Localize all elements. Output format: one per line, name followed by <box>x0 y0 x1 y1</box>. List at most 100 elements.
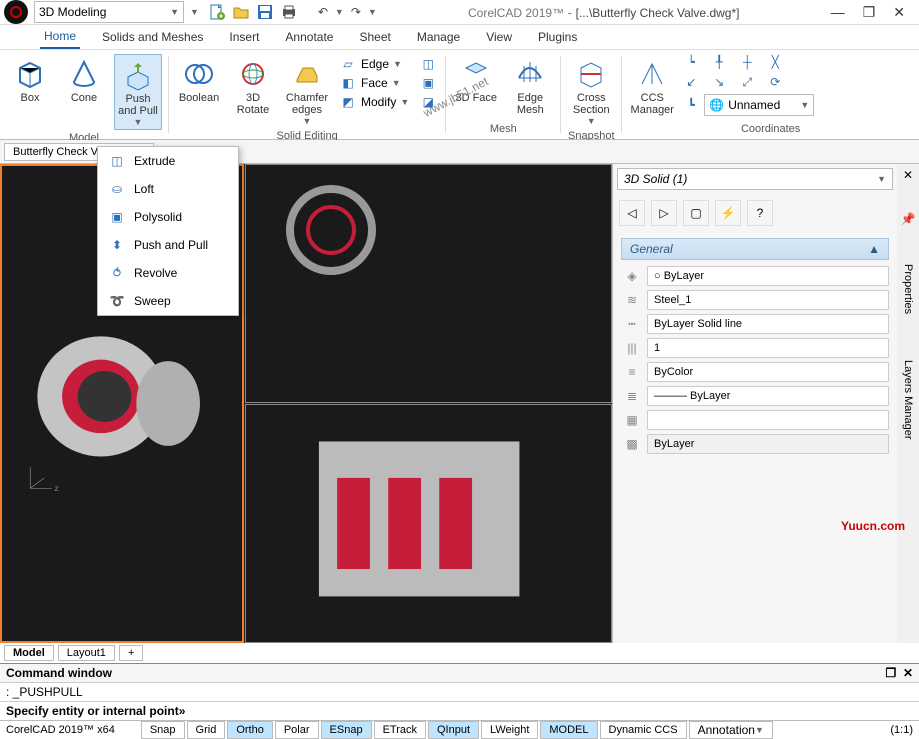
tab-layout1[interactable]: Layout1 <box>58 645 115 661</box>
toggle-model[interactable]: MODEL <box>540 721 597 739</box>
save-icon[interactable] <box>254 1 276 23</box>
cmd-close[interactable]: ✕ <box>903 666 913 680</box>
tab-annotate[interactable]: Annotate <box>281 26 337 48</box>
3dface-button[interactable]: 3D Face <box>452 54 500 106</box>
tab-view[interactable]: View <box>482 26 516 48</box>
pin-icon[interactable]: 📌 <box>901 212 916 226</box>
tab-add[interactable]: + <box>119 645 143 661</box>
menu-pushpull[interactable]: ⬍Push and Pull <box>98 231 238 259</box>
toggle-lweight[interactable]: LWeight <box>481 721 538 739</box>
toggle-ortho[interactable]: Ortho <box>227 721 273 739</box>
prop-value[interactable] <box>647 410 889 430</box>
tab-layers[interactable]: Layers Manager <box>900 352 916 448</box>
modify-button[interactable]: ◩Modify▼ <box>339 94 409 110</box>
menu-extrude[interactable]: ◫Extrude <box>98 147 238 175</box>
axis-icon[interactable]: ╀ <box>710 54 728 70</box>
properties-panel: 3D Solid (1)▼ ◁ ▷ ▢ ⚡ ? General▲ ◈○ ByLa… <box>612 164 897 643</box>
ccsmanager-button[interactable]: CCS Manager <box>628 54 676 118</box>
viewport-front[interactable] <box>245 404 612 643</box>
prop-value[interactable]: 1 <box>647 338 889 358</box>
axis-icon[interactable]: ⤢ <box>738 74 756 90</box>
tool-2[interactable]: ▷ <box>651 200 677 226</box>
tab-properties[interactable]: Properties <box>900 256 916 322</box>
tool-3[interactable]: ▢ <box>683 200 709 226</box>
chamfer-button[interactable]: Chamfer edges▼ <box>283 54 331 128</box>
selection-dropdown[interactable]: 3D Solid (1)▼ <box>617 168 893 190</box>
workspace-dropdown[interactable]: 3D Modeling ▼ <box>34 1 184 23</box>
axis-icon[interactable]: ↘ <box>710 74 728 90</box>
redo-icon[interactable]: ↷ <box>345 1 367 23</box>
drawing-canvas[interactable]: z <box>0 164 612 643</box>
tab-plugins[interactable]: Plugins <box>534 26 581 48</box>
restore-button[interactable]: ❐ <box>863 4 876 21</box>
axis-icon[interactable]: ↙ <box>682 74 700 90</box>
menu-sweep[interactable]: ➰Sweep <box>98 287 238 315</box>
prop-value[interactable]: ByColor <box>647 362 889 382</box>
command-window: Command window ❐ ✕ : _PUSHPULL Specify e… <box>0 663 919 720</box>
transp-icon: ▦ <box>621 413 643 427</box>
menu-polysolid[interactable]: ▣Polysolid <box>98 203 238 231</box>
pushpull-button[interactable]: Push and Pull▼ <box>114 54 162 130</box>
coords-dropdown[interactable]: 🌐Unnamed ▼ <box>704 94 814 116</box>
tab-model[interactable]: Model <box>4 645 54 661</box>
tab-solids-meshes[interactable]: Solids and Meshes <box>98 26 207 48</box>
undo-icon[interactable]: ↶ <box>312 1 334 23</box>
prop-row: ◈○ ByLayer <box>621 264 889 288</box>
extra-btn-2[interactable]: ▣ <box>419 75 437 91</box>
prop-value[interactable]: ○ ByLayer <box>647 266 889 286</box>
toggle-polar[interactable]: Polar <box>275 721 319 739</box>
section-general[interactable]: General▲ <box>621 238 889 260</box>
tab-manage[interactable]: Manage <box>413 26 464 48</box>
cmd-title: Command window <box>6 666 112 680</box>
toggle-esnap[interactable]: ESnap <box>321 721 372 739</box>
cone-button[interactable]: Cone <box>60 54 108 106</box>
toggle-qinput[interactable]: QInput <box>428 721 479 739</box>
viewport-top[interactable] <box>245 164 612 403</box>
chevron-down-icon[interactable]: ▼ <box>190 7 199 17</box>
toggle-dyn[interactable]: Dynamic CCS <box>600 721 687 739</box>
open-folder-icon[interactable] <box>230 1 252 23</box>
prop-row: ≣——— ByLayer <box>621 384 889 408</box>
prop-value[interactable]: ByLayer <box>647 434 889 454</box>
lightning-icon[interactable]: ⚡ <box>715 200 741 226</box>
crosssection-button[interactable]: Cross Section▼ <box>567 54 615 128</box>
extra-btn-3[interactable]: ◪ <box>419 94 437 110</box>
prop-value[interactable]: ByLayer Solid line <box>647 314 889 334</box>
axis-icon[interactable]: ⟳ <box>766 74 784 90</box>
extra-btn-1[interactable]: ◫ <box>419 56 437 72</box>
close-button[interactable]: ✕ <box>893 4 905 21</box>
toggle-etrack[interactable]: ETrack <box>374 721 426 739</box>
box-button[interactable]: Box <box>6 54 54 106</box>
toggle-grid[interactable]: Grid <box>187 721 226 739</box>
edge-button[interactable]: ▱Edge▼ <box>339 56 409 72</box>
prop-value[interactable]: ——— ByLayer <box>647 386 889 406</box>
tab-insert[interactable]: Insert <box>225 26 263 48</box>
prop-row: |||1 <box>621 336 889 360</box>
pin-icon[interactable]: ✕ <box>903 168 913 182</box>
tool-1[interactable]: ◁ <box>619 200 645 226</box>
toggle-snap[interactable]: Snap <box>141 721 185 739</box>
cmd-prompt[interactable]: Specify entity or internal point» <box>0 701 919 720</box>
minimize-button[interactable]: — <box>831 4 845 21</box>
help-icon[interactable]: ? <box>747 200 773 226</box>
axis-icon[interactable]: ┼ <box>738 54 756 70</box>
cmd-restore[interactable]: ❐ <box>886 666 897 680</box>
axis-icon[interactable]: ┗ <box>682 97 700 113</box>
new-file-icon[interactable] <box>206 1 228 23</box>
toggle-anno[interactable]: Annotation ▼ <box>689 721 773 739</box>
axis-icon[interactable]: ┕ <box>682 54 700 70</box>
tab-sheet[interactable]: Sheet <box>355 26 394 48</box>
edgemesh-button[interactable]: Edge Mesh <box>506 54 554 118</box>
status-zoom[interactable]: (1:1) <box>884 724 919 736</box>
axis-icon[interactable]: ╳ <box>766 54 784 70</box>
face-button[interactable]: ◧Face▼ <box>339 75 409 91</box>
print-icon[interactable] <box>278 1 300 23</box>
chevron-down-icon: ▼ <box>170 7 179 17</box>
workspace-label: 3D Modeling <box>39 5 106 19</box>
3drotate-button[interactable]: 3D Rotate <box>229 54 277 118</box>
tab-home[interactable]: Home <box>40 25 80 49</box>
menu-loft[interactable]: ⛀Loft <box>98 175 238 203</box>
prop-value[interactable]: Steel_1 <box>647 290 889 310</box>
menu-revolve[interactable]: ⥀Revolve <box>98 259 238 287</box>
boolean-button[interactable]: Boolean <box>175 54 223 106</box>
